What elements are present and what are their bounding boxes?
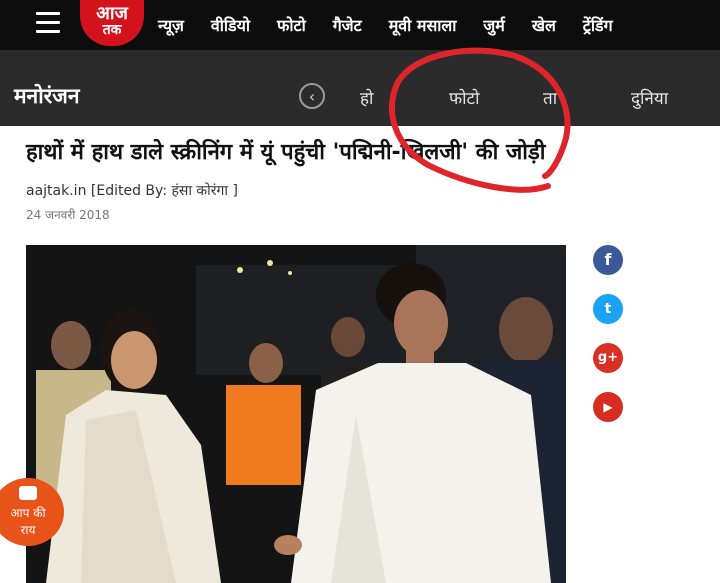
- annotation-overlay: [389, 47, 571, 193]
- red-annotation-circle: [389, 47, 571, 193]
